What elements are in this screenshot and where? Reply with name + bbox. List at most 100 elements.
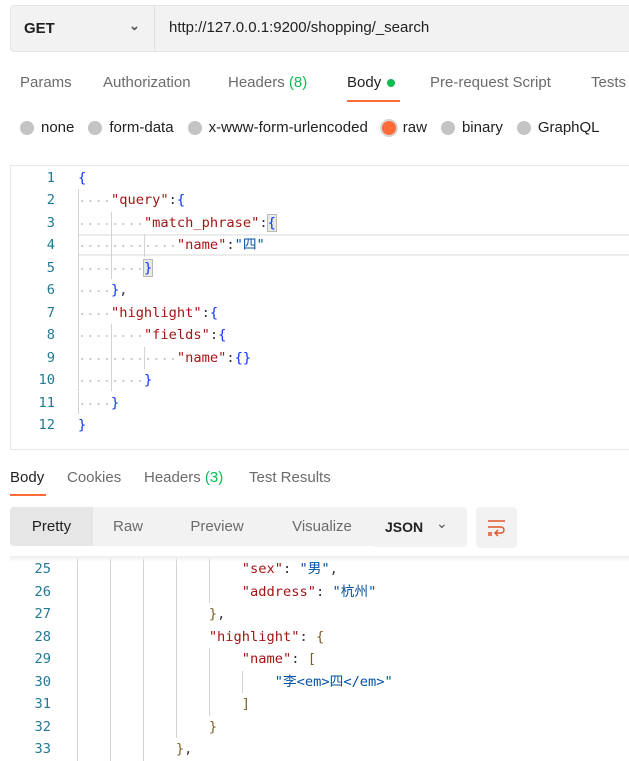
code-line: } <box>78 257 154 279</box>
radio-circle-icon <box>20 120 34 135</box>
radio-x-www-form-urlencoded[interactable]: x-www-form-urlencoded <box>187 119 368 136</box>
line-number: 8 <box>46 327 55 344</box>
response-body-viewer[interactable]: 25 "sex": "男", 26 "address": "杭州" 27 }, 28 … <box>0 556 629 761</box>
line-number: 2 <box>46 192 55 209</box>
bracket: } <box>110 394 120 411</box>
radio-circle-icon <box>440 120 455 135</box>
radio-label: raw <box>402 119 427 136</box>
view-mode-tabs: Pretty Raw Preview Visualize <box>10 507 382 546</box>
json-string: "李<em>四</em>" <box>274 673 393 690</box>
tab-label: Body <box>347 74 382 91</box>
code-line: ] <box>44 693 250 715</box>
punct: , <box>329 561 338 577</box>
response-tab-cookies[interactable]: Cookies <box>67 469 121 486</box>
method-select[interactable]: GET ⌄ <box>11 6 155 51</box>
request-body-editor[interactable]: 1{2 "query":{3 "match_phrase":{4 "name":… <box>10 165 629 450</box>
punct <box>299 651 307 667</box>
chevron-down-icon: ⌄ <box>129 18 140 33</box>
format-select[interactable]: JSON ⌄ <box>372 507 467 547</box>
radio-binary[interactable]: binary <box>440 119 503 136</box>
radio-none[interactable]: none <box>20 119 74 136</box>
colon: : <box>299 628 308 645</box>
radio-label: GraphQL <box>537 119 600 136</box>
line-number: 5 <box>46 259 55 276</box>
code-line: "李<em>四</em>" <box>44 671 393 693</box>
colon: : <box>226 237 235 254</box>
bracket: } <box>242 349 252 366</box>
tab-authorization[interactable]: Authorization <box>103 74 191 91</box>
code-line: "highlight":{ <box>78 302 218 324</box>
bracket: } <box>110 282 120 299</box>
tab-tests[interactable]: Tests <box>591 74 626 91</box>
active-tab-underline <box>347 100 400 102</box>
line-number: 12 <box>38 416 55 433</box>
response-tab-headers[interactable]: Headers (3) <box>144 469 223 486</box>
response-tab-body[interactable]: Body <box>10 469 44 486</box>
code-line: }, <box>78 279 128 301</box>
tab-pre-request-script[interactable]: Pre-request Script <box>430 74 551 91</box>
line-number: 4 <box>46 237 55 254</box>
code-line: }, <box>44 603 226 625</box>
tab-label: Pre-request Script <box>430 74 551 91</box>
view-mode-preview[interactable]: Preview <box>163 507 271 546</box>
radio-circle-icon <box>381 120 396 135</box>
scroll-shadow <box>10 556 629 562</box>
colon: : <box>209 327 219 344</box>
view-mode-visualize[interactable]: Visualize <box>262 507 382 546</box>
tab-count: (3) <box>204 469 224 486</box>
tab-body[interactable]: Body <box>347 74 396 91</box>
line-number: 11 <box>38 394 55 411</box>
view-mode-raw[interactable]: Raw <box>93 507 163 546</box>
bracket: } <box>143 372 153 389</box>
tab-label: Tests <box>591 74 627 91</box>
json-key: "fields" <box>143 327 210 344</box>
code-line: "highlight": { <box>44 626 324 648</box>
code-line: "address": "杭州" <box>44 581 377 603</box>
line-number: 9 <box>46 349 55 366</box>
code-line: "name":"四" <box>78 234 265 256</box>
json-string: "杭州" <box>332 583 377 600</box>
tab-label: Test Results <box>249 469 331 486</box>
radio-label: binary <box>461 119 503 136</box>
colon: : <box>226 349 235 366</box>
radio-raw[interactable]: raw <box>381 119 427 136</box>
radio-form-data[interactable]: form-data <box>88 119 174 136</box>
radio-label: x-www-form-urlencoded <box>208 119 368 136</box>
radio-graphql[interactable]: GraphQL <box>516 119 600 136</box>
punct: , <box>119 282 128 299</box>
method-label: GET <box>24 20 55 37</box>
wrap-lines-button[interactable] <box>476 507 517 548</box>
colon: : <box>282 561 292 577</box>
bracket: } <box>208 718 218 735</box>
code-line: "fields":{ <box>78 324 226 346</box>
radio-circle-icon <box>187 120 202 135</box>
format-label: JSON <box>385 519 424 535</box>
code-line: { <box>78 167 86 189</box>
view-mode-pretty[interactable]: Pretty <box>10 507 93 546</box>
code-line: "match_phrase":{ <box>78 212 277 234</box>
bracket: { <box>176 192 186 209</box>
tab-headers[interactable]: Headers (8) <box>228 74 307 91</box>
code-line: } <box>78 414 86 436</box>
code-line: } <box>44 716 217 738</box>
url-input[interactable]: http://127.0.0.1:9200/shopping/_search <box>169 19 429 36</box>
json-string: "男" <box>299 561 330 577</box>
bracket: } <box>175 741 185 757</box>
response-tab-test-results[interactable]: Test Results <box>249 469 331 486</box>
json-key: "name" <box>176 349 227 366</box>
json-key: "highlight" <box>208 628 300 645</box>
tab-label: Cookies <box>67 469 122 486</box>
tab-params[interactable]: Params <box>20 74 72 91</box>
